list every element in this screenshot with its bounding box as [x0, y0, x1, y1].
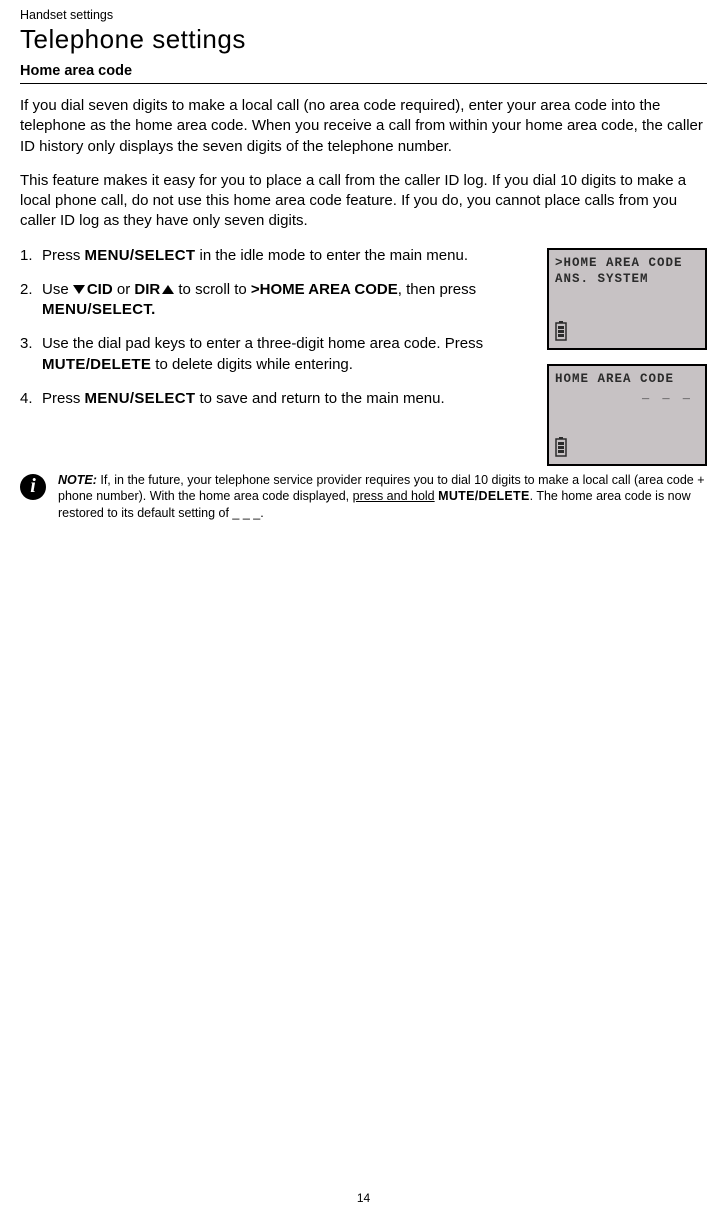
- down-arrow-icon: [73, 285, 85, 294]
- up-arrow-icon: [162, 285, 174, 294]
- menu-select-key: MENU/SELECT.: [42, 301, 156, 318]
- cid-key: CID: [87, 281, 113, 298]
- mute-delete-key: MUTE/DELETE: [42, 356, 151, 373]
- lcd-line: ANS. SYSTEM: [555, 272, 699, 286]
- lcd-input-placeholder: _ _ _: [555, 388, 699, 402]
- menu-select-key: MENU/SELECT: [85, 247, 196, 264]
- note-text: NOTE: If, in the future, your telephone …: [58, 472, 707, 523]
- intro-paragraph-2: This feature makes it easy for you to pl…: [20, 171, 707, 232]
- page-number: 14: [357, 1191, 370, 1205]
- menu-select-key: MENU/SELECT: [85, 390, 196, 407]
- lcd-line: HOME AREA CODE: [555, 372, 699, 386]
- step-3: Use the dial pad keys to enter a three-d…: [20, 334, 531, 375]
- step-1: Press MENU/SELECT in the idle mode to en…: [20, 246, 531, 266]
- info-icon: i: [20, 474, 46, 500]
- breadcrumb: Handset settings: [20, 8, 707, 22]
- page-title: Telephone settings: [20, 24, 707, 55]
- note-block: i NOTE: If, in the future, your telephon…: [20, 472, 707, 523]
- intro-paragraph-1: If you dial seven digits to make a local…: [20, 96, 707, 157]
- step-4: Press MENU/SELECT to save and return to …: [20, 389, 531, 409]
- battery-icon: [555, 321, 567, 341]
- dir-key: DIR: [134, 281, 160, 298]
- note-label: NOTE:: [58, 473, 97, 487]
- battery-icon: [555, 437, 567, 457]
- section-heading: Home area code: [20, 63, 707, 79]
- section-rule: [20, 83, 707, 84]
- mute-delete-key: MUTE/DELETE: [438, 489, 530, 503]
- lcd-screen-1: >HOME AREA CODE ANS. SYSTEM: [547, 248, 707, 350]
- press-and-hold: press and hold: [353, 489, 435, 503]
- step-2: Use CID or DIR to scroll to >HOME AREA C…: [20, 280, 531, 321]
- steps-list: Press MENU/SELECT in the idle mode to en…: [20, 246, 531, 410]
- menu-target: >HOME AREA CODE: [251, 281, 398, 298]
- lcd-screen-2: HOME AREA CODE _ _ _: [547, 364, 707, 466]
- lcd-line: >HOME AREA CODE: [555, 256, 699, 270]
